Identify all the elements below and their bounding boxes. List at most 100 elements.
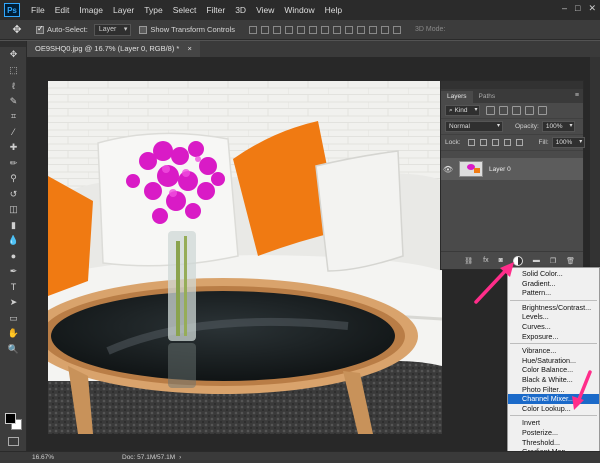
menu-3d[interactable]: 3D (230, 5, 251, 15)
filter-pixel-icon[interactable] (486, 106, 496, 115)
type-icon[interactable]: T (0, 280, 27, 296)
eraser-icon[interactable]: ◫ (0, 202, 27, 218)
menu-view[interactable]: View (251, 5, 279, 15)
align-icon[interactable] (273, 25, 281, 34)
tab-paths[interactable]: Paths (473, 91, 502, 103)
menu-item-black-white[interactable]: Black & White... (508, 375, 599, 385)
menu-item-vibrance[interactable]: Vibrance... (508, 346, 599, 356)
path-select-icon[interactable]: ➤ (0, 295, 27, 311)
menu-item-photo-filter[interactable]: Photo Filter... (508, 385, 599, 395)
blend-mode-dropdown[interactable]: Normal (445, 121, 503, 132)
stamp-icon[interactable]: ⚲ (0, 171, 27, 187)
align-icon[interactable] (357, 25, 365, 34)
lock-position-icon[interactable] (491, 139, 499, 146)
move-tool-preset-icon[interactable]: ✥ (6, 23, 28, 37)
quick-mask-icon[interactable] (8, 437, 19, 446)
menu-item-invert[interactable]: Invert (508, 418, 599, 428)
menu-item-color-lookup[interactable]: Color Lookup... (508, 404, 599, 414)
align-icon[interactable] (261, 25, 269, 34)
document-canvas-image[interactable] (48, 81, 442, 434)
align-icon[interactable] (369, 25, 377, 34)
hand-icon[interactable]: ✋ (0, 326, 27, 342)
document-tab[interactable]: OE9SHQ0.jpg @ 16.7% (Layer 0, RGB/8) * × (27, 41, 200, 57)
crop-icon[interactable]: ⌗ (0, 109, 27, 125)
align-icon[interactable] (393, 25, 401, 34)
menu-filter[interactable]: Filter (201, 5, 230, 15)
layer-name[interactable]: Layer 0 (489, 166, 511, 173)
panel-grip[interactable] (441, 81, 583, 89)
filter-shape-icon[interactable] (525, 106, 535, 115)
layer-row[interactable]: 👁 Layer 0 (441, 158, 583, 180)
blur-icon[interactable]: 💧 (0, 233, 27, 249)
pen-icon[interactable]: ✒ (0, 264, 27, 280)
panel-menu-icon[interactable]: ≡ (575, 92, 579, 99)
quick-select-icon[interactable]: ✎ (0, 94, 27, 110)
align-icon[interactable] (285, 25, 293, 34)
new-group-icon[interactable]: ▬ (533, 257, 540, 264)
auto-select-checkbox[interactable] (36, 24, 44, 34)
menu-type[interactable]: Type (139, 5, 167, 15)
new-layer-icon[interactable]: ❐ (550, 257, 556, 265)
history-brush-icon[interactable]: ↺ (0, 187, 27, 203)
close-button[interactable]: ✕ (588, 3, 596, 14)
trash-icon[interactable]: 🗑 (566, 257, 575, 265)
menu-item-color-balance[interactable]: Color Balance... (508, 365, 599, 375)
menu-item-channel-mixer[interactable]: Channel Mixer... (508, 394, 599, 404)
visibility-eye-icon[interactable]: 👁 (441, 165, 455, 174)
align-icon[interactable] (333, 25, 341, 34)
opacity-field[interactable]: 100% (541, 121, 576, 132)
menu-item-gradient[interactable]: Gradient... (508, 279, 599, 289)
add-mask-icon[interactable]: ◙ (499, 257, 503, 264)
tab-layers[interactable]: Layers (441, 91, 473, 103)
show-transform-checkbox[interactable] (139, 25, 148, 34)
healing-icon[interactable]: ✚ (0, 140, 27, 156)
filter-type-icon[interactable] (512, 106, 522, 115)
menu-layer[interactable]: Layer (108, 5, 139, 15)
fill-field[interactable]: 100% (551, 137, 586, 148)
filter-kind-dropdown[interactable]: ⌕ Kind (445, 105, 481, 116)
menu-window[interactable]: Window (279, 5, 319, 15)
menu-item-hue-saturation[interactable]: Hue/Saturation... (508, 356, 599, 366)
foreground-color-swatch[interactable] (5, 413, 16, 424)
lock-image-icon[interactable] (479, 139, 487, 146)
align-icon[interactable] (381, 25, 389, 34)
move-icon[interactable]: ✥ (0, 47, 27, 63)
menu-edit[interactable]: Edit (50, 5, 75, 15)
lock-artboard-icon[interactable] (503, 139, 511, 146)
lasso-icon[interactable]: ℓ (0, 78, 27, 94)
menu-item-pattern[interactable]: Pattern... (508, 288, 599, 298)
color-swatches[interactable] (5, 413, 23, 431)
shape-icon[interactable]: ▭ (0, 311, 27, 327)
lock-transparent-icon[interactable] (467, 139, 475, 146)
align-icon[interactable] (345, 25, 353, 34)
dodge-icon[interactable]: ● (0, 249, 27, 265)
menu-item-posterize[interactable]: Posterize... (508, 428, 599, 438)
menu-item-threshold[interactable]: Threshold... (508, 438, 599, 448)
minimize-button[interactable]: – (562, 3, 567, 14)
menu-file[interactable]: File (26, 5, 50, 15)
chevron-right-icon[interactable]: › (179, 454, 181, 461)
menu-item-levels[interactable]: Levels... (508, 312, 599, 322)
align-icon[interactable] (309, 25, 317, 34)
menu-item-brightness-contrast[interactable]: Brightness/Contrast... (508, 303, 599, 313)
brush-icon[interactable]: ✏ (0, 156, 27, 172)
align-icon[interactable] (321, 25, 329, 34)
menu-select[interactable]: Select (168, 5, 202, 15)
align-icon[interactable] (249, 25, 257, 34)
lock-all-icon[interactable] (515, 139, 523, 146)
zoom-icon[interactable]: 🔍 (0, 342, 27, 358)
eyedropper-icon[interactable]: ⁄ (0, 125, 27, 141)
align-icon[interactable] (297, 25, 305, 34)
adjustment-layer-icon[interactable] (512, 255, 523, 266)
filter-smart-object-icon[interactable] (538, 106, 548, 115)
gradient-icon[interactable]: ▮ (0, 218, 27, 234)
filter-adjustment-icon[interactable] (499, 106, 509, 115)
zoom-level[interactable]: 16.67% (0, 454, 72, 461)
fx-icon[interactable]: fx (483, 257, 488, 264)
maximize-button[interactable]: □ (575, 3, 580, 14)
menu-item-curves[interactable]: Curves... (508, 322, 599, 332)
auto-select-dropdown[interactable]: Layer (93, 23, 132, 36)
menu-help[interactable]: Help (320, 5, 347, 15)
link-layers-icon[interactable]: ⛓ (464, 257, 473, 265)
menu-item-solid-color[interactable]: Solid Color... (508, 269, 599, 279)
